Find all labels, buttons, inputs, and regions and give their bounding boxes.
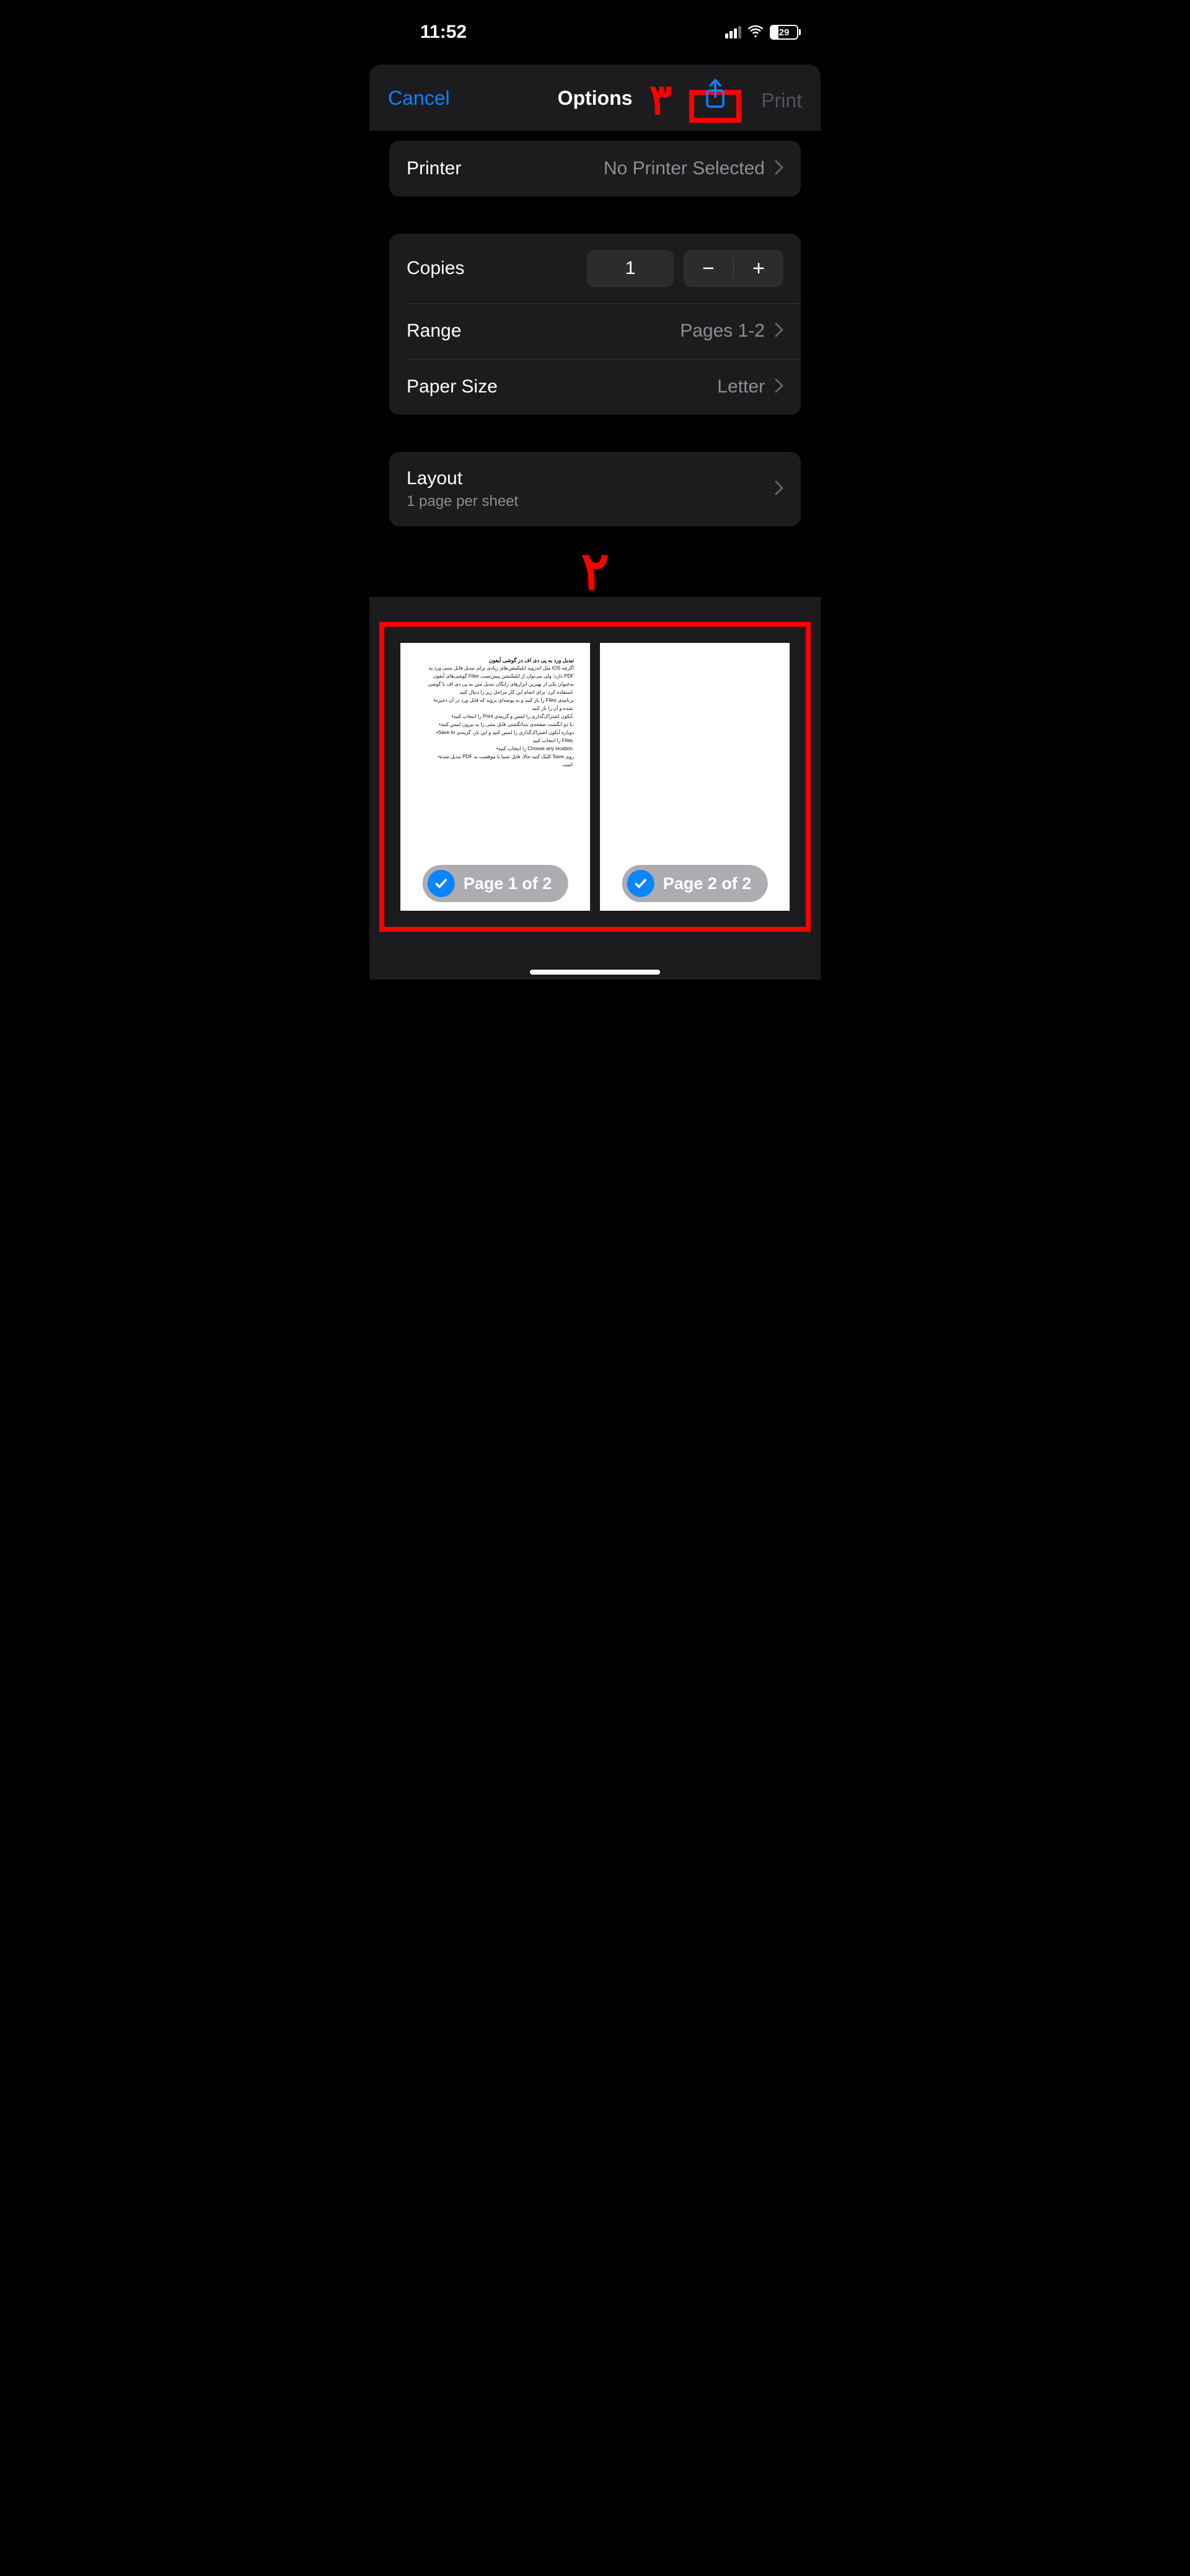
doc-line: .استفاده کرد. برای انجام این کار مراحل ز… xyxy=(416,689,574,696)
doc-line: به‌عنوان یکی از بهترین ابزارهای رایگان ت… xyxy=(416,681,574,688)
doc-line: روی Save کلیک کنید.حالا، فایل شما با موف… xyxy=(416,753,574,761)
share-button-highlight xyxy=(689,77,741,112)
annotation-step-2: ۲ xyxy=(389,545,801,597)
print-button[interactable]: Print xyxy=(761,89,802,112)
layout-row[interactable]: Layout 1 page per sheet xyxy=(389,452,801,526)
chevron-right-icon xyxy=(775,160,783,178)
doc-line: دوباره آیکون اشتراک‌گذاری را لمس کنید و … xyxy=(416,729,574,737)
cancel-button[interactable]: Cancel xyxy=(388,87,450,110)
copies-row: Copies 1 − + xyxy=(389,234,801,303)
annotation-step-3: ۳ xyxy=(649,76,672,125)
share-icon[interactable] xyxy=(703,101,728,112)
page-preview-1[interactable]: تبدیل ورد به پی دی اف در گوشی آیفون اگرچ… xyxy=(400,643,590,911)
doc-line: .شده و آن را باز کنید xyxy=(416,705,574,712)
paper-size-row[interactable]: Paper Size Letter xyxy=(389,359,801,415)
range-row[interactable]: Range Pages 1-2 xyxy=(389,303,801,359)
doc-line: اگرچه iOS مثل اندروید اپلیکیشن‌های زیادی… xyxy=(416,665,574,672)
cellular-icon xyxy=(725,26,741,38)
doc-line: .آیکون اشتراک‌گذاری را لمس و گزینه‌ی Pri… xyxy=(416,713,574,720)
chevron-right-icon xyxy=(775,480,783,498)
checkmark-icon xyxy=(428,870,455,897)
doc-line: PDF دارد؛ ولی می‌توان از اپلیکیشن پیش‌نص… xyxy=(416,673,574,680)
print-settings-group: Copies 1 − + Range Pages 1-2 xyxy=(389,234,801,415)
printer-group: Printer No Printer Selected xyxy=(389,141,801,197)
copies-stepper: − + xyxy=(684,250,783,287)
status-time: 11:52 xyxy=(420,22,467,43)
printer-label: Printer xyxy=(407,158,461,179)
printer-row[interactable]: Printer No Printer Selected xyxy=(389,141,801,197)
page-1-badge[interactable]: Page 1 of 2 xyxy=(423,865,568,902)
range-label: Range xyxy=(407,321,461,342)
paper-size-value: Letter xyxy=(717,376,765,397)
chevron-right-icon xyxy=(775,378,783,396)
doc-title: تبدیل ورد به پی دی اف در گوشی آیفون xyxy=(489,657,574,663)
copies-label: Copies xyxy=(407,258,464,279)
paper-size-label: Paper Size xyxy=(407,376,498,397)
page-previews-highlight: تبدیل ورد به پی دی اف در گوشی آیفون اگرچ… xyxy=(379,622,811,932)
layout-label: Layout xyxy=(407,468,518,489)
page-2-badge-text: Page 2 of 2 xyxy=(663,874,752,893)
page-2-badge[interactable]: Page 2 of 2 xyxy=(622,865,768,902)
copies-value-field[interactable]: 1 xyxy=(587,250,674,287)
doc-line: .است xyxy=(416,761,574,769)
doc-line: .Files را انتخاب کنید xyxy=(416,737,574,745)
status-bar: 11:52 29 xyxy=(369,0,821,64)
battery-icon: 29 xyxy=(770,25,801,40)
copies-increment-button[interactable]: + xyxy=(734,250,783,287)
layout-group: Layout 1 page per sheet xyxy=(389,452,801,526)
copies-decrement-button[interactable]: − xyxy=(684,250,733,287)
wifi-icon xyxy=(747,23,764,42)
page-1-badge-text: Page 1 of 2 xyxy=(464,874,552,893)
doc-line: .Choose any location را انتخاب کنید• xyxy=(416,745,574,753)
layout-sublabel: 1 page per sheet xyxy=(407,493,518,510)
doc-line: برنامه‌ی Files را باز کنید و به پوشه‌ای … xyxy=(416,697,574,704)
chevron-right-icon xyxy=(775,322,783,340)
doc-line: .با دو انگشت صفحه‌ی بندانگشتی فایل متنی … xyxy=(416,721,574,728)
home-indicator[interactable] xyxy=(530,970,660,975)
page-title: Options xyxy=(558,87,633,110)
nav-bar: Cancel Options ۳ Print xyxy=(369,64,821,131)
page-preview-2[interactable]: Page 2 of 2 xyxy=(600,643,790,911)
range-value: Pages 1-2 xyxy=(680,321,765,342)
checkmark-icon xyxy=(627,870,654,897)
printer-value: No Printer Selected xyxy=(604,158,765,179)
